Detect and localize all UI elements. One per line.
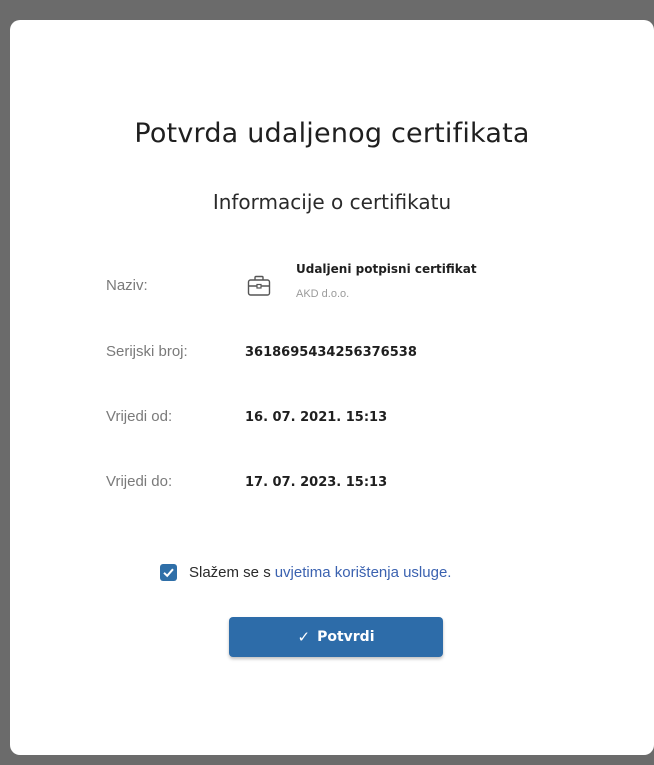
terms-suffix: . xyxy=(447,563,452,581)
valid-from-label: Vrijedi od: xyxy=(106,408,173,425)
dialog-title: Potvrda udaljenog certifikata xyxy=(134,118,530,149)
valid-from-value: 16. 07. 2021. 15:13 xyxy=(245,410,388,425)
confirm-button-label: Potvrdi xyxy=(317,629,375,645)
terms-text: Slažem se s xyxy=(189,563,271,581)
section-subtitle: Informacije o certifikatu xyxy=(212,190,452,214)
certificate-name: Udaljeni potpisni certifikat xyxy=(296,262,477,276)
briefcase-icon xyxy=(246,273,272,299)
terms-checkbox[interactable] xyxy=(160,563,177,581)
confirm-button[interactable]: ✓ Potvrdi xyxy=(229,617,443,657)
check-icon: ✓ xyxy=(297,628,311,646)
serial-label: Serijski broj: xyxy=(106,343,188,360)
terms-agreement: Slažem se s uvjetima korištenja usluge . xyxy=(160,562,451,582)
certificate-issuer: AKD d.o.o. xyxy=(296,288,350,300)
valid-to-label: Vrijedi do: xyxy=(106,473,173,490)
terms-link[interactable]: uvjetima korištenja usluge xyxy=(275,564,448,581)
checkmark-icon xyxy=(163,568,174,577)
valid-to-value: 17. 07. 2023. 15:13 xyxy=(245,475,388,490)
certificate-dialog: Potvrda udaljenog certifikata Informacij… xyxy=(10,20,654,755)
name-label: Naziv: xyxy=(106,277,148,294)
serial-value: 3618695434256376538 xyxy=(245,345,417,360)
